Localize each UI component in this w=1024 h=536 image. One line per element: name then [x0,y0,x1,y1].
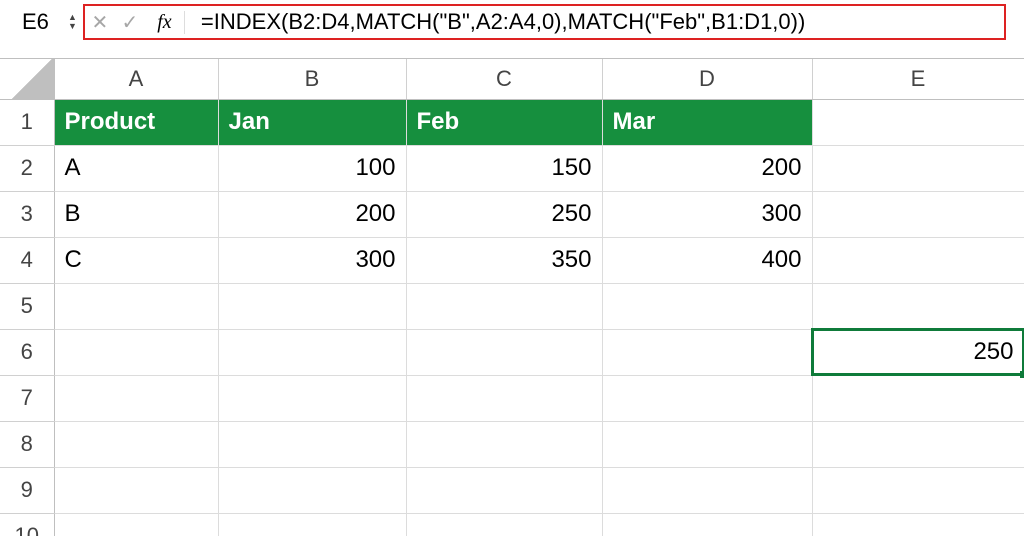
cell-B1[interactable]: Jan [218,99,406,145]
cell-B5[interactable] [218,283,406,329]
cell-E4[interactable] [812,237,1024,283]
cell-C5[interactable] [406,283,602,329]
cell-E8[interactable] [812,421,1024,467]
cell-D7[interactable] [602,375,812,421]
cell-A10[interactable] [54,513,218,536]
cell-A1[interactable]: Product [54,99,218,145]
cell-B7[interactable] [218,375,406,421]
row-head-6[interactable]: 6 [0,329,54,375]
cell-C6[interactable] [406,329,602,375]
formula-input[interactable] [195,9,1004,35]
accept-icon[interactable]: ✓ [115,10,145,35]
cell-E7[interactable] [812,375,1024,421]
cell-A5[interactable] [54,283,218,329]
name-box-wrap: ▲ ▼ [18,5,83,39]
cell-D8[interactable] [602,421,812,467]
cell-C9[interactable] [406,467,602,513]
row-head-8[interactable]: 8 [0,421,54,467]
cell-E10[interactable] [812,513,1024,536]
cell-E1[interactable] [812,99,1024,145]
cell-D6[interactable] [602,329,812,375]
name-box[interactable] [18,7,68,37]
cell-D3[interactable]: 300 [602,191,812,237]
cell-D10[interactable] [602,513,812,536]
formula-bar: ▲ ▼ ✕ ✓ fx [0,0,1024,44]
cell-B6[interactable] [218,329,406,375]
cell-A8[interactable] [54,421,218,467]
row-head-2[interactable]: 2 [0,145,54,191]
cell-C4[interactable]: 350 [406,237,602,283]
cell-B3[interactable]: 200 [218,191,406,237]
name-box-stepper[interactable]: ▲ ▼ [68,13,77,31]
select-all-corner[interactable] [0,59,54,99]
fx-icon[interactable]: fx [145,11,185,34]
cell-C1[interactable]: Feb [406,99,602,145]
cell-C3[interactable]: 250 [406,191,602,237]
spreadsheet-grid[interactable]: A B C D E 1 Product Jan Feb Mar 2 A 100 … [0,58,1024,536]
col-head-C[interactable]: C [406,59,602,99]
cell-D1[interactable]: Mar [602,99,812,145]
cell-E6[interactable]: 250 [812,329,1024,375]
formula-bar-highlight: ✕ ✓ fx [83,4,1006,40]
cell-E3[interactable] [812,191,1024,237]
col-head-E[interactable]: E [812,59,1024,99]
row-head-3[interactable]: 3 [0,191,54,237]
cell-D4[interactable]: 400 [602,237,812,283]
cell-D9[interactable] [602,467,812,513]
row-head-1[interactable]: 1 [0,99,54,145]
cell-B4[interactable]: 300 [218,237,406,283]
cell-E9[interactable] [812,467,1024,513]
col-head-D[interactable]: D [602,59,812,99]
chevron-down-icon[interactable]: ▼ [68,22,77,31]
cancel-icon[interactable]: ✕ [85,10,115,35]
cell-B9[interactable] [218,467,406,513]
cell-C2[interactable]: 150 [406,145,602,191]
cell-B10[interactable] [218,513,406,536]
row-head-5[interactable]: 5 [0,283,54,329]
cell-E2[interactable] [812,145,1024,191]
cell-B8[interactable] [218,421,406,467]
cell-B2[interactable]: 100 [218,145,406,191]
row-head-9[interactable]: 9 [0,467,54,513]
row-head-10[interactable]: 10 [0,513,54,536]
row-head-4[interactable]: 4 [0,237,54,283]
cell-A4[interactable]: C [54,237,218,283]
cell-A7[interactable] [54,375,218,421]
cell-D2[interactable]: 200 [602,145,812,191]
col-head-B[interactable]: B [218,59,406,99]
cell-A9[interactable] [54,467,218,513]
cell-E5[interactable] [812,283,1024,329]
col-head-A[interactable]: A [54,59,218,99]
cell-A2[interactable]: A [54,145,218,191]
cell-A6[interactable] [54,329,218,375]
row-head-7[interactable]: 7 [0,375,54,421]
cell-C8[interactable] [406,421,602,467]
cell-C10[interactable] [406,513,602,536]
cell-C7[interactable] [406,375,602,421]
cell-A3[interactable]: B [54,191,218,237]
cell-D5[interactable] [602,283,812,329]
